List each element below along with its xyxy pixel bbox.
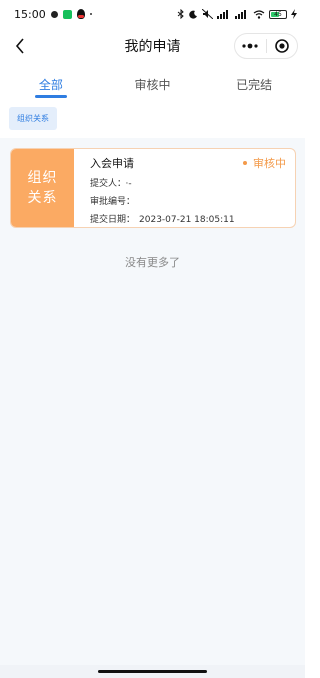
card-tag-line1: 组织 — [27, 170, 58, 186]
tab-reviewing-label: 审核中 — [134, 77, 171, 92]
card-body: 入会申请 提交人： ·- 审批编号： 提交日期： 2023-07-21 18:05:… — [74, 149, 295, 227]
battery-icon: 45 — [269, 9, 287, 19]
tab-completed[interactable]: 已完结 — [203, 64, 305, 104]
charging-icon — [291, 9, 297, 19]
status-bar: 15:00 45 — [0, 0, 305, 28]
tab-all[interactable]: 全部 — [0, 64, 102, 104]
tab-active-indicator — [34, 95, 67, 98]
card-tag-line2: 关系 — [27, 190, 58, 206]
status-badge: 审核中 — [243, 155, 286, 171]
application-card[interactable]: 组织 关系 入会申请 提交人： ·- 审批编号： 提交日期： 2023-07-21 … — [10, 148, 296, 228]
submit-date-value: 2023-07-21 18:05:11 — [139, 215, 235, 225]
app-screen: 15:00 45 我的申请 全部 审核中 已完结 组织关系 组织 关系 入会申请… — [0, 0, 305, 678]
page-title: 我的申请 — [124, 39, 181, 55]
tab-all-label: 全部 — [38, 77, 63, 92]
wifi-icon — [253, 9, 265, 19]
wechat-icon — [62, 9, 72, 19]
notification-dot-icon — [89, 13, 92, 15]
battery-level: 45 — [274, 10, 282, 18]
card-category-tag: 组织 关系 — [11, 149, 74, 227]
filter-chip-org-relation[interactable]: 组织关系 — [9, 107, 57, 130]
more-button[interactable] — [235, 34, 266, 58]
submitter-value: ·- — [125, 179, 132, 189]
home-indicator[interactable] — [98, 670, 207, 673]
tab-completed-label: 已完结 — [236, 77, 273, 92]
target-circle-icon — [274, 39, 289, 53]
approval-number-row: 审批编号： — [90, 194, 295, 207]
status-time: 15:00 — [14, 7, 46, 21]
mini-program-capsule — [234, 33, 298, 59]
more-dots-icon — [242, 43, 258, 49]
close-mini-program-button[interactable] — [267, 34, 298, 58]
no-more-text: 没有更多了 — [125, 256, 180, 269]
qq-icon — [76, 9, 85, 19]
signal-icon-2 — [235, 9, 246, 19]
submit-date-label: 提交日期： — [90, 215, 136, 225]
tab-reviewing[interactable]: 审核中 — [102, 64, 204, 104]
signal-icon — [217, 9, 228, 19]
chevron-left-icon — [15, 38, 24, 54]
status-badge-label: 审核中 — [253, 157, 286, 170]
filter-bar: 组织关系 — [0, 104, 305, 138]
status-dot-icon — [243, 161, 247, 165]
dot-icon — [50, 10, 58, 18]
bluetooth-icon — [177, 9, 184, 19]
moon-icon — [189, 10, 197, 19]
submit-date-row: 提交日期： 2023-07-21 18:05:11 — [90, 212, 295, 225]
submitter-label: 提交人： — [90, 179, 122, 189]
submitter-row: 提交人： ·- — [90, 176, 295, 189]
tab-bar: 全部 审核中 已完结 — [0, 64, 305, 104]
nav-bar: 我的申请 — [0, 28, 305, 64]
approval-number-label: 审批编号： — [90, 197, 136, 207]
back-button[interactable] — [8, 34, 32, 58]
mute-icon — [202, 9, 213, 19]
